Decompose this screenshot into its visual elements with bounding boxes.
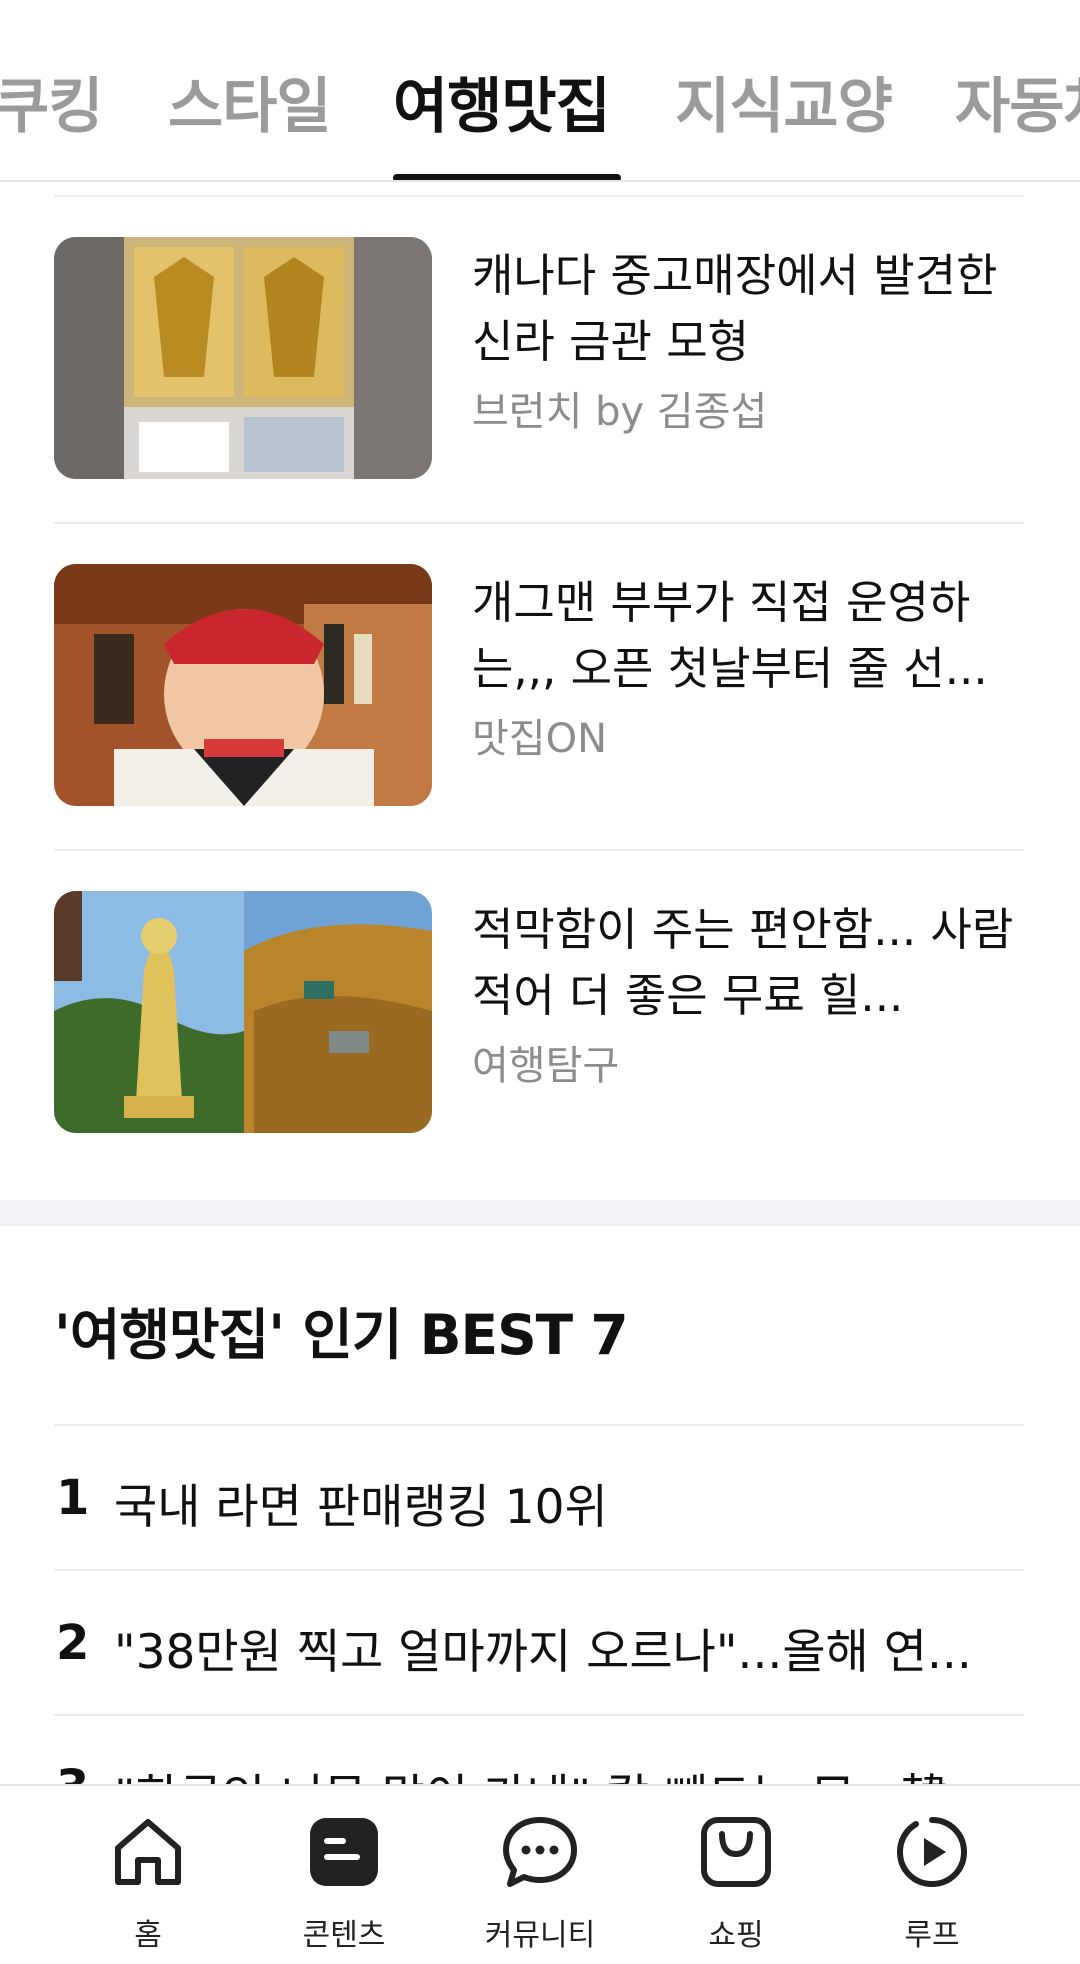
best-section-title: '여행맛집' 인기 BEST 7	[54, 1303, 629, 1367]
nav-community[interactable]: 커뮤니티	[460, 1812, 620, 1962]
home-icon	[115, 1819, 181, 1885]
best-rank: 2	[56, 1615, 90, 1671]
article-source: 브런치 by 김종섭	[472, 389, 768, 435]
tab-car[interactable]: 자동차	[955, 58, 1080, 145]
tab-travel-food[interactable]: 여행맛집	[393, 58, 611, 145]
article-title: 캐나다 중고매장에서 발견한 신라 금관 모형	[472, 249, 998, 368]
article-source: 여행탐구	[472, 1043, 620, 1089]
article-source: 맛집ON	[472, 716, 608, 762]
nav-label: 쇼핑	[708, 1918, 764, 1953]
bottom-nav: 홈 콘텐츠 커뮤니티 쇼핑 루프	[0, 1784, 1080, 1964]
article-card[interactable]: 캐나다 중고매장에서 발견한 신라 금관 모형 브런치 by 김종섭	[54, 195, 1024, 522]
best-item-title: 국내 라면 판매랭킹 10위	[114, 1480, 608, 1535]
best-rank: 1	[56, 1470, 90, 1526]
best-list-item[interactable]: 2 "38만원 찍고 얼마까지 오르나"...올해 연...	[54, 1569, 1024, 1714]
article-card[interactable]: 적막함이 주는 편안함... 사람 적어 더 좋은 무료 힐... 여행탐구	[54, 849, 1024, 1176]
nav-label: 콘텐츠	[302, 1918, 386, 1953]
nav-loop[interactable]: 루프	[852, 1812, 1012, 1962]
best-item-title: "38만원 찍고 얼마까지 오르나"...올해 연...	[114, 1625, 972, 1680]
best-list-item[interactable]: 1 국내 라면 판매랭킹 10위	[54, 1424, 1024, 1569]
article-title: 적막함이 주는 편안함... 사람 적어 더 좋은 무료 힐...	[472, 903, 1014, 1022]
section-divider	[0, 1200, 1080, 1226]
article-title: 개그맨 부부가 직접 운영하는,,, 오픈 첫날부터 줄 선...	[472, 576, 988, 695]
article-thumbnail	[54, 564, 432, 806]
shopping-icon	[701, 1817, 771, 1887]
category-tabs: 쿠킹 스타일 여행맛집 지식교양 자동차	[0, 0, 1080, 182]
article-thumbnail	[54, 237, 432, 479]
loop-icon	[896, 1817, 968, 1888]
article-thumbnail	[54, 891, 432, 1133]
nav-shopping[interactable]: 쇼핑	[656, 1812, 816, 1962]
nav-label: 루프	[904, 1918, 960, 1953]
tab-style[interactable]: 스타일	[168, 58, 332, 145]
article-card[interactable]: 개그맨 부부가 직접 운영하는,,, 오픈 첫날부터 줄 선... 맛집ON	[54, 522, 1024, 849]
tab-knowledge[interactable]: 지식교양	[675, 58, 893, 145]
nav-home[interactable]: 홈	[68, 1812, 228, 1962]
community-icon	[503, 1817, 577, 1887]
nav-label: 커뮤니티	[484, 1918, 596, 1953]
nav-label: 홈	[134, 1918, 162, 1953]
nav-contents[interactable]: 콘텐츠	[264, 1812, 424, 1962]
tabs-divider	[0, 180, 1080, 182]
contents-icon	[310, 1818, 378, 1886]
tab-cooking[interactable]: 쿠킹	[0, 58, 103, 145]
